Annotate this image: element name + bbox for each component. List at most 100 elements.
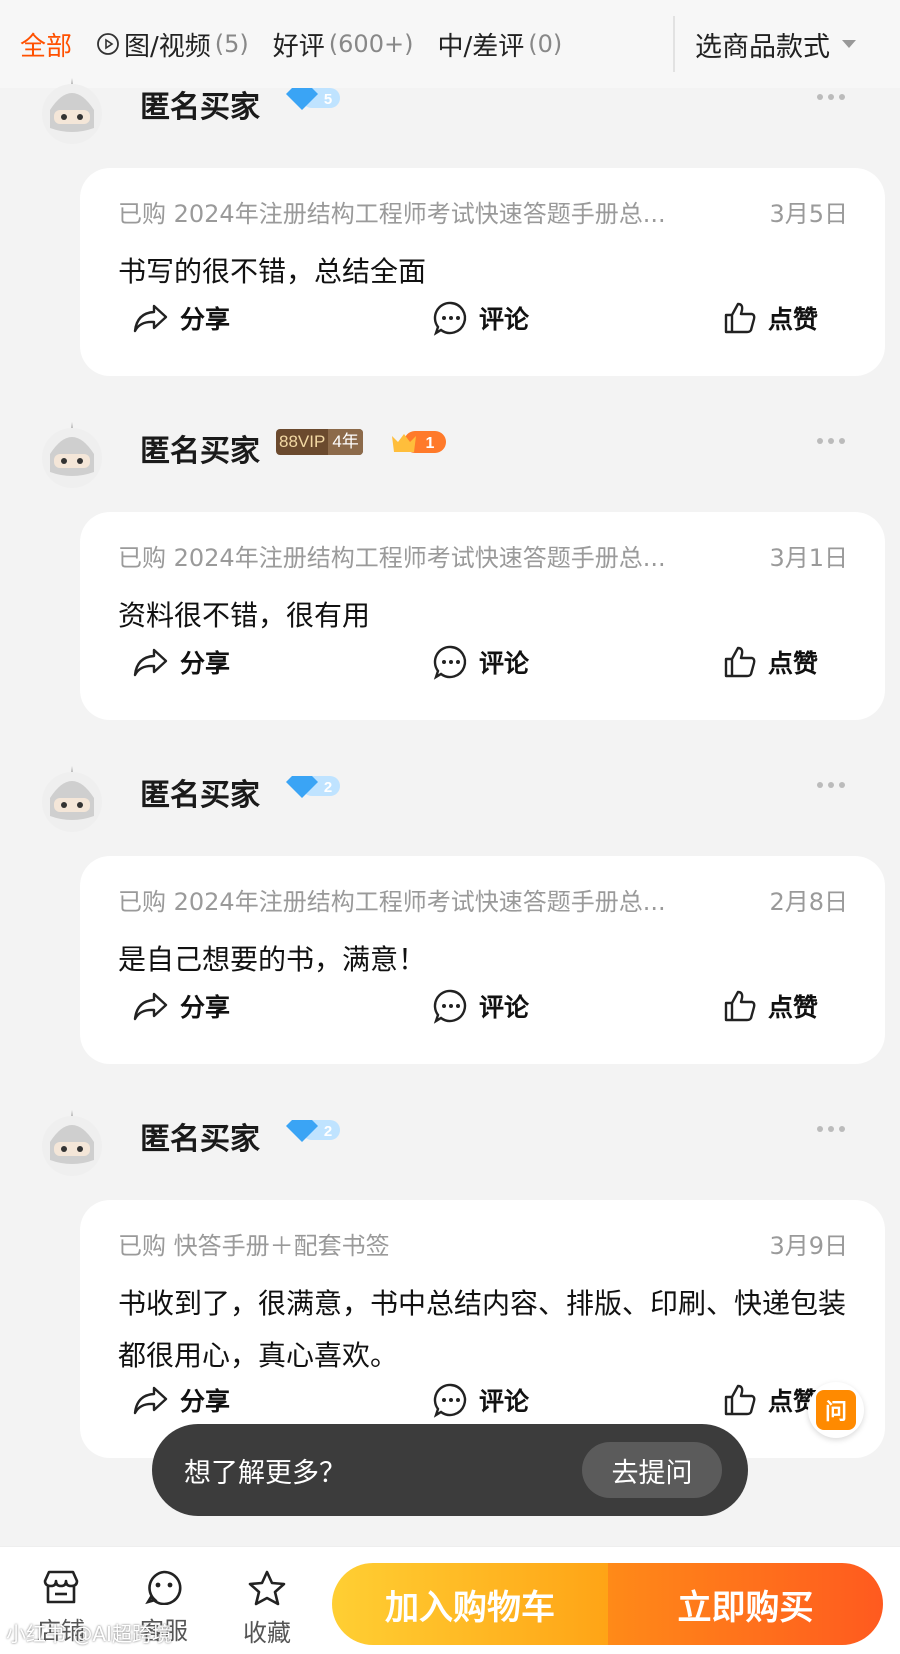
reviewer-name: 匿名买家 xyxy=(140,778,260,813)
thumbs-up-icon xyxy=(724,302,756,334)
like-label: 点赞 xyxy=(768,993,819,1022)
style-selector-label: 选商品款式 xyxy=(695,31,830,63)
comment-label: 评论 xyxy=(479,649,530,678)
review-card: 已购 2024年注册结构工程师考试快速答题手册总... 3月1日 资料很不错，很… xyxy=(80,512,885,720)
ask-prompt-bar: 想了解更多？ 去提问 xyxy=(152,1424,748,1516)
tab-positive-label: 好评 xyxy=(272,31,325,62)
watermark: 小红书 @AI超跨境 xyxy=(6,1622,172,1646)
review-date: 3月5日 xyxy=(769,200,848,228)
share-label: 分享 xyxy=(180,305,231,334)
share-label: 分享 xyxy=(180,1387,231,1416)
diamond-level-badge: 2 xyxy=(284,1116,342,1144)
comment-button[interactable]: 评论 xyxy=(433,988,529,1024)
share-button[interactable]: 分享 xyxy=(132,988,230,1024)
purchased-product: 已购 2024年注册结构工程师考试快速答题手册总... xyxy=(118,200,666,228)
favorite-label: 收藏 xyxy=(243,1619,291,1647)
avatar xyxy=(42,766,102,832)
share-button[interactable]: 分享 xyxy=(132,644,230,680)
ask-bubble-icon: 问 xyxy=(816,1390,856,1430)
avatar xyxy=(42,78,102,144)
avatar xyxy=(42,422,102,488)
comment-icon xyxy=(433,645,467,680)
diamond-icon: 5 xyxy=(286,88,340,110)
like-button[interactable]: 点赞 xyxy=(722,300,818,336)
review-meta: 已购 快答手册＋配套书签 3月9日 xyxy=(118,1226,848,1261)
tab-all[interactable]: 全部 xyxy=(20,26,72,63)
review-meta: 已购 2024年注册结构工程师考试快速答题手册总... 3月5日 xyxy=(118,194,848,229)
reviewer-name: 匿名买家 xyxy=(140,1122,260,1157)
like-label: 点赞 xyxy=(768,305,819,334)
like-label: 点赞 xyxy=(768,649,819,678)
review-actions: 分享 评论 点赞 xyxy=(80,644,885,684)
comment-button[interactable]: 评论 xyxy=(433,1382,529,1418)
crown-level-badge: 1 xyxy=(390,428,448,456)
share-icon xyxy=(133,648,168,677)
purchased-product: 已购 2024年注册结构工程师考试快速答题手册总... xyxy=(118,544,666,572)
review-content: 资料很不错，很有用 xyxy=(118,599,371,632)
comment-label: 评论 xyxy=(479,1387,530,1416)
review-card: 已购 快答手册＋配套书签 3月9日 书收到了，很满意，书中总结内容、排版、印刷、… xyxy=(80,1200,885,1458)
tab-positive[interactable]: 好评 (600+) xyxy=(273,26,414,63)
crown-icon: 1 xyxy=(392,431,446,453)
diamond-level-badge: 5 xyxy=(284,84,342,112)
more-options-icon[interactable] xyxy=(817,1126,845,1132)
like-button[interactable]: 点赞 xyxy=(722,988,818,1024)
review-card: 已购 2024年注册结构工程师考试快速答题手册总... 2月8日 是自己想要的书… xyxy=(80,856,885,1064)
comment-icon xyxy=(433,301,467,336)
review-date: 3月9日 xyxy=(769,1232,848,1260)
service-face-icon xyxy=(145,1570,182,1605)
comment-button[interactable]: 评论 xyxy=(433,300,529,336)
favorite-button[interactable]: 收藏 xyxy=(232,1569,302,1648)
share-button[interactable]: 分享 xyxy=(132,300,230,336)
share-icon xyxy=(133,992,168,1021)
more-options-icon[interactable] xyxy=(817,782,845,788)
tab-positive-count: (600+) xyxy=(328,30,414,58)
vip-label: 88VIP xyxy=(279,432,326,451)
ask-prompt-text: 想了解更多？ xyxy=(184,1457,346,1489)
comment-label: 评论 xyxy=(479,305,530,334)
play-circle-icon xyxy=(97,33,119,55)
diamond-level: 2 xyxy=(324,779,332,796)
review-date: 3月1日 xyxy=(769,544,848,572)
add-to-cart-button[interactable]: 加入购物车 xyxy=(332,1563,608,1645)
share-icon xyxy=(133,304,168,333)
caret-down-icon xyxy=(842,40,856,48)
vip-badge: 88VIP 4年 xyxy=(276,428,363,456)
store-icon xyxy=(43,1570,79,1604)
review-actions: 分享 评论 点赞 xyxy=(80,1382,885,1422)
comment-icon xyxy=(433,1383,467,1418)
tab-negative-count: (0) xyxy=(528,30,563,58)
review-content: 是自己想要的书，满意！ xyxy=(118,943,427,976)
diamond-level: 5 xyxy=(324,91,332,108)
reviewer-name: 匿名买家 xyxy=(140,434,260,469)
avatar xyxy=(42,1110,102,1176)
more-options-icon[interactable] xyxy=(817,94,845,100)
tab-negative[interactable]: 中/差评 (0) xyxy=(437,26,562,63)
comment-button[interactable]: 评论 xyxy=(433,644,529,680)
review-actions: 分享 评论 点赞 xyxy=(80,988,885,1028)
vip-years: 4年 xyxy=(328,429,363,455)
tab-all-label: 全部 xyxy=(20,31,73,62)
share-label: 分享 xyxy=(180,993,231,1022)
tab-negative-label: 中/差评 xyxy=(437,31,525,62)
like-button[interactable]: 点赞 xyxy=(722,1382,818,1418)
floating-ask-button[interactable]: 问 xyxy=(808,1382,864,1438)
share-icon xyxy=(133,1386,168,1415)
style-selector[interactable]: 选商品款式 xyxy=(695,0,856,88)
purchased-product: 已购 快答手册＋配套书签 xyxy=(118,1232,390,1260)
thumbs-up-icon xyxy=(724,646,756,678)
diamond-level-badge: 2 xyxy=(284,772,342,800)
tab-media[interactable]: 图/视频 (5) xyxy=(96,26,249,63)
ask-question-button[interactable]: 去提问 xyxy=(582,1442,722,1498)
comment-icon xyxy=(433,989,467,1024)
like-button[interactable]: 点赞 xyxy=(722,644,818,680)
more-options-icon[interactable] xyxy=(817,438,845,444)
share-button[interactable]: 分享 xyxy=(132,1382,230,1418)
crown-level: 1 xyxy=(426,435,435,452)
tab-media-label: 图/视频 xyxy=(124,31,211,62)
thumbs-up-icon xyxy=(724,990,756,1022)
review-date: 2月8日 xyxy=(769,888,848,916)
review-content: 书写的很不错，总结全面 xyxy=(118,255,427,288)
buy-now-button[interactable]: 立即购买 xyxy=(608,1563,883,1645)
diamond-icon: 2 xyxy=(286,776,340,798)
